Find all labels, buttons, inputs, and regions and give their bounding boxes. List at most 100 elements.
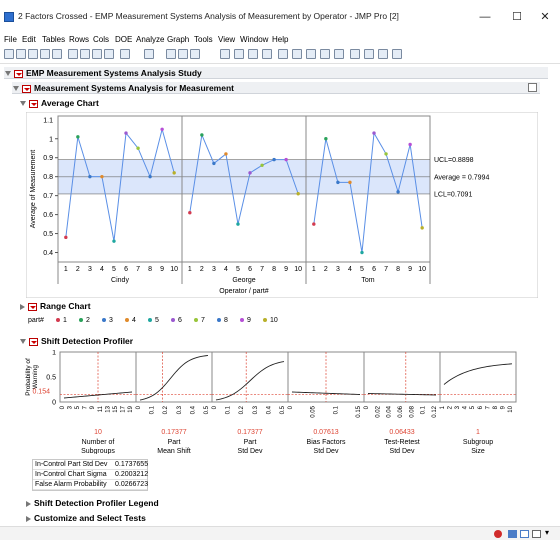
chevron-down-icon[interactable]: ▾ [545, 528, 549, 537]
print-icon[interactable] [104, 49, 114, 59]
folder-icon[interactable] [40, 49, 50, 59]
cut-icon[interactable] [68, 49, 78, 59]
copy-icon[interactable] [80, 49, 90, 59]
average-chart-outline[interactable]: Average Chart [20, 98, 99, 108]
disclosure-open-icon[interactable] [13, 86, 19, 92]
paste-icon[interactable] [92, 49, 102, 59]
menu-window[interactable]: Window [240, 35, 268, 44]
menu-doe[interactable]: DOE [115, 35, 132, 44]
stat-label: In-Control Part Std Dev [35, 461, 108, 468]
profiler-x-tick-label: 0.1 [150, 405, 156, 414]
analysis-outline[interactable]: Measurement Systems Analysis for Measure… [13, 83, 234, 93]
data-point [336, 180, 340, 185]
text-tool-icon[interactable] [350, 49, 360, 59]
profiler-y-tick-label: 0 [52, 400, 56, 407]
range-chart-outline[interactable]: Range Chart [20, 301, 91, 311]
menu-tables[interactable]: Tables [42, 35, 65, 44]
legend-item[interactable]: 5 [148, 317, 159, 324]
home-icon[interactable] [508, 530, 517, 538]
profiler-x-tick-label: 0.4 [266, 405, 272, 414]
crosshair-tool-icon[interactable] [248, 49, 258, 59]
red-triangle-menu-icon[interactable] [29, 337, 38, 346]
menu-help[interactable]: Help [272, 35, 288, 44]
menu-graph[interactable]: Graph [167, 35, 189, 44]
profiler-outline[interactable]: Shift Detection Profiler [20, 336, 133, 346]
lasso-tool-icon[interactable] [262, 49, 272, 59]
disclosure-open-icon[interactable] [20, 101, 26, 107]
menu-tools[interactable]: Tools [194, 35, 213, 44]
profiler-factor-value: 0.17377 [161, 429, 186, 436]
menu-rows[interactable]: Rows [69, 35, 89, 44]
legend-item[interactable]: 4 [125, 317, 136, 324]
close-button[interactable]: ✕ [532, 10, 558, 24]
polygon-tool-icon[interactable] [378, 49, 388, 59]
help-tool-icon[interactable] [234, 49, 244, 59]
study-title: EMP Measurement Systems Analysis Study [26, 68, 202, 78]
status-bar: ▾ [0, 526, 560, 540]
legend-item[interactable]: 6 [171, 317, 182, 324]
profiler-x-tick-label: 19 [128, 405, 134, 412]
arrow-tool-icon[interactable] [220, 49, 230, 59]
legend-label: 7 [201, 317, 205, 324]
red-triangle-menu-icon[interactable] [28, 302, 37, 311]
disclosure-open-icon[interactable] [20, 339, 26, 345]
maximize-button[interactable]: ☐ [504, 10, 530, 24]
table-window-icon[interactable] [520, 530, 529, 538]
new-script-icon[interactable] [16, 49, 26, 59]
alert-icon[interactable] [494, 530, 502, 538]
graph-builder-icon[interactable] [166, 49, 176, 59]
hand-tool-icon[interactable] [278, 49, 288, 59]
menu-edit[interactable]: Edit [22, 35, 36, 44]
distribution-icon[interactable] [178, 49, 188, 59]
customize-outline[interactable]: Customize and Select Tests [26, 513, 146, 523]
pin-icon[interactable] [528, 83, 537, 92]
profiler-title: Shift Detection Profiler [41, 336, 134, 346]
profiler-x-tick-label: 7 [83, 405, 89, 409]
menu-cols[interactable]: Cols [93, 35, 109, 44]
legend-item[interactable]: 2 [79, 317, 90, 324]
x-tick-label: 3 [212, 266, 216, 273]
plus-tool-icon[interactable] [320, 49, 330, 59]
legend-item[interactable]: 10 [263, 317, 278, 324]
profiler-factor-value: 0.07613 [313, 429, 338, 436]
minimize-button[interactable]: — [472, 10, 498, 24]
search-icon[interactable] [144, 49, 154, 59]
red-triangle-menu-icon[interactable] [29, 99, 38, 108]
open-icon[interactable] [28, 49, 38, 59]
x-tick-label: 10 [418, 266, 426, 273]
menu-view[interactable]: View [218, 35, 235, 44]
data-point [88, 174, 92, 179]
menu-file[interactable]: File [4, 35, 17, 44]
stat-label: In-Control Chart Sigma [35, 471, 107, 478]
disclosure-closed-icon[interactable] [26, 515, 31, 522]
new-table-icon[interactable] [4, 49, 14, 59]
annotate-tool-icon[interactable] [364, 49, 374, 59]
y-tick-label: 0.7 [43, 193, 53, 200]
study-outline[interactable]: EMP Measurement Systems Analysis Study [5, 68, 202, 78]
red-triangle-menu-icon[interactable] [22, 84, 31, 93]
legend-item[interactable]: 7 [194, 317, 205, 324]
disclosure-open-icon[interactable] [5, 71, 11, 77]
fit-icon[interactable] [190, 49, 200, 59]
legend-marker-icon [263, 318, 267, 323]
profiler-x-tick-label: 0.02 [375, 405, 381, 417]
save-icon[interactable] [52, 49, 62, 59]
table-icon[interactable] [120, 49, 130, 59]
disclosure-closed-icon[interactable] [26, 500, 31, 507]
legend-item[interactable]: 3 [102, 317, 113, 324]
legend-item[interactable]: 1 [56, 317, 67, 324]
menu-analyze[interactable]: Analyze [136, 35, 164, 44]
brush-tool-icon[interactable] [292, 49, 302, 59]
profiler-factor-label: Part [244, 439, 257, 446]
zoom-tool-icon[interactable] [306, 49, 316, 59]
oval-tool-icon[interactable] [392, 49, 402, 59]
disclosure-closed-icon[interactable] [20, 303, 25, 310]
legend-item[interactable]: 8 [217, 317, 228, 324]
line-tool-icon[interactable] [334, 49, 344, 59]
window-list-icon[interactable] [532, 530, 541, 538]
profiler-x-tick-label: 0.4 [190, 405, 196, 414]
legend-outline[interactable]: Shift Detection Profiler Legend [26, 498, 159, 508]
red-triangle-menu-icon[interactable] [14, 69, 23, 78]
profiler-factor-label: Mean Shift [157, 448, 191, 454]
legend-item[interactable]: 9 [240, 317, 251, 324]
